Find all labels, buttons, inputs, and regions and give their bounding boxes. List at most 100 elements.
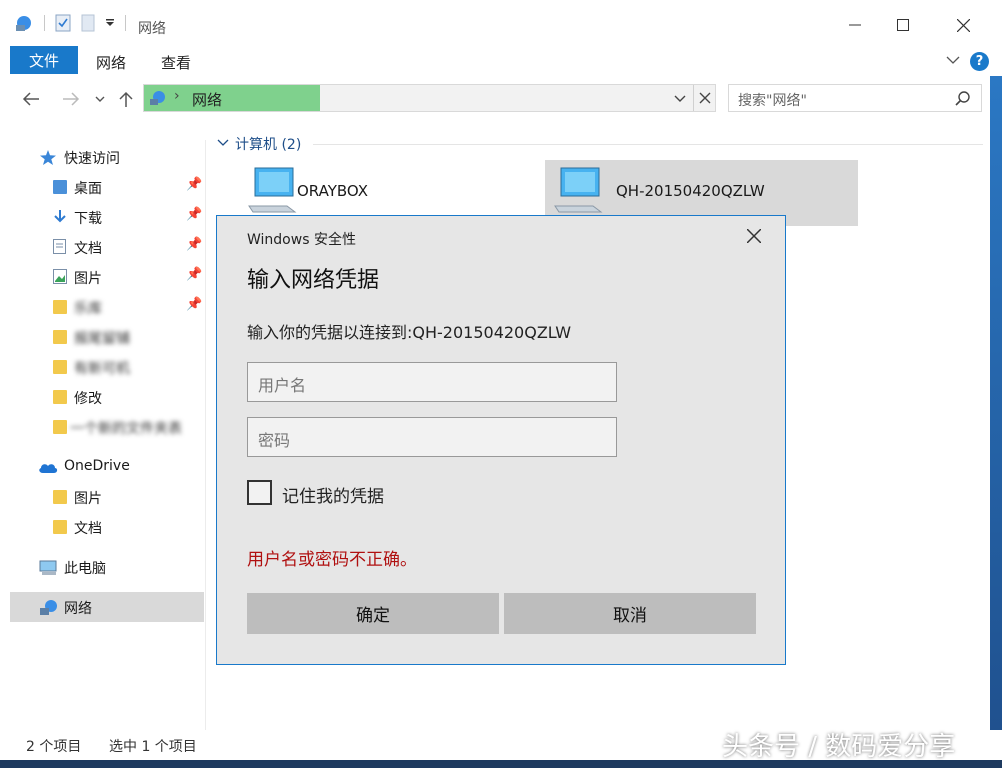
quick-access-toolbar [14,14,126,32]
new-folder-icon[interactable] [81,14,95,32]
folder-icon [53,490,67,504]
computer-name: QH-20150420QZLW [616,182,765,200]
computer-icon [248,167,297,213]
sidebar-item-folder-c[interactable]: 一个新的文件夹表 [10,412,204,442]
item-count: 2 个项目 [26,739,82,755]
pin-icon[interactable]: 📌 [186,207,202,222]
dialog-message: 输入你的凭据以连接到:QH-20150420QZLW [247,323,572,342]
back-arrow-icon[interactable] [22,92,40,106]
address-progress-fill [144,85,320,111]
sidebar-item-folder-a[interactable]: 报尾留铺 [10,322,204,352]
properties-icon[interactable] [55,14,71,32]
group-divider [313,144,983,145]
network-icon [40,600,57,615]
breadcrumb-chevron-icon[interactable]: › [174,88,180,104]
folder-icon [53,360,67,374]
search-icon[interactable] [955,91,970,106]
tab-file[interactable]: 文件 [10,46,78,74]
computer-name: ORAYBOX [297,182,369,200]
dialog-close-button[interactable] [746,224,762,248]
window-title: 网络 [138,21,166,37]
sidebar-label: 图片 [74,491,102,507]
pin-icon[interactable]: 📌 [186,237,202,252]
sidebar-item-modify[interactable]: 修改 [10,382,204,412]
minimize-button[interactable] [832,10,878,40]
search-input[interactable]: 搜索"网络" [738,90,807,110]
sidebar-label: 桌面 [74,181,102,197]
toolbar-separator [125,15,126,31]
sidebar-item-folder-b[interactable]: 有新可机 [10,352,204,382]
watermark: 头条号 / 数码爱分享 [722,732,956,762]
star-icon [40,150,56,165]
sidebar-item-pictures[interactable]: 图片 📌 [10,262,204,292]
collapse-group-icon[interactable] [217,139,229,147]
picture-icon [53,269,67,284]
download-icon [54,210,66,223]
forward-arrow-icon[interactable] [62,92,80,106]
close-icon [746,228,762,244]
sidebar-item-quick-access[interactable]: 快速访问 [10,142,204,172]
sidebar-label: 报尾留铺 [74,331,130,347]
folder-icon [53,520,67,534]
tab-network[interactable]: 网络 [96,52,126,73]
sidebar-item-onedrive[interactable]: OneDrive [10,452,204,482]
desktop-background [990,76,1002,760]
desktop-folder-icon [53,180,67,194]
sidebar-item-desktop[interactable]: 桌面 📌 [10,172,204,202]
sidebar-item-music[interactable]: 乐库 📌 [10,292,204,322]
network-window-icon [16,16,31,31]
address-bar[interactable]: › 网络 [143,84,716,112]
username-field[interactable]: 用户名 [247,362,617,402]
error-message: 用户名或密码不正确。 [247,550,417,570]
sidebar-item-documents[interactable]: 文档 📌 [10,232,204,262]
toolbar-separator [44,15,45,31]
network-location-icon [150,91,165,105]
maximize-icon [897,19,909,31]
clear-address-icon[interactable] [699,92,711,104]
pin-icon[interactable]: 📌 [186,177,202,192]
group-header[interactable]: 计算机 (2) [235,134,301,154]
cancel-button[interactable]: 取消 [504,593,756,634]
password-field[interactable]: 密码 [247,417,617,457]
sidebar-label: 下载 [74,211,102,227]
remember-label[interactable]: 记住我的凭据 [282,482,384,507]
help-button[interactable]: ? [970,52,989,71]
address-dropdown-icon[interactable] [674,95,686,103]
remember-checkbox[interactable] [247,480,272,505]
username-placeholder: 用户名 [258,376,307,395]
sidebar-label: 一个新的文件夹表 [70,421,182,437]
onedrive-cloud-icon [39,464,58,473]
customize-toolbar-dropdown-icon[interactable] [105,18,115,28]
tab-view[interactable]: 查看 [161,52,191,73]
expand-ribbon-icon[interactable] [946,56,960,65]
sidebar-label: 乐库 [74,301,102,317]
ok-button[interactable]: 确定 [247,593,499,634]
sidebar-item-onedrive-pictures[interactable]: 图片 [10,482,204,512]
selection-count: 选中 1 个项目 [109,739,197,755]
search-box[interactable]: 搜索"网络" [728,84,982,112]
computer-icon [554,167,603,213]
title-bar: 网络 [0,0,1002,46]
pin-icon[interactable]: 📌 [186,267,202,282]
sidebar-label: OneDrive [64,458,130,474]
close-icon [956,18,970,32]
dialog-heading: 输入网络凭据 [247,268,380,293]
pin-icon[interactable]: 📌 [186,297,202,312]
minimize-icon [849,24,861,26]
password-placeholder: 密码 [258,431,291,450]
folder-icon [53,420,67,434]
sidebar-item-network[interactable]: 网络 [10,592,204,622]
sidebar-label: 有新可机 [74,361,130,377]
sidebar-item-downloads[interactable]: 下载 📌 [10,202,204,232]
close-window-button[interactable] [940,10,986,40]
folder-icon [53,300,67,314]
breadcrumb-network[interactable]: 网络 [192,89,222,110]
ribbon: 文件 网络 查看 ? [0,46,1002,76]
folder-icon [53,330,67,344]
sidebar-item-this-pc[interactable]: 此电脑 [10,552,204,582]
up-arrow-icon[interactable] [119,91,133,108]
maximize-button[interactable] [880,10,926,40]
recent-locations-icon[interactable] [95,96,105,103]
sidebar-label: 文档 [74,521,102,537]
sidebar-item-onedrive-documents[interactable]: 文档 [10,512,204,542]
